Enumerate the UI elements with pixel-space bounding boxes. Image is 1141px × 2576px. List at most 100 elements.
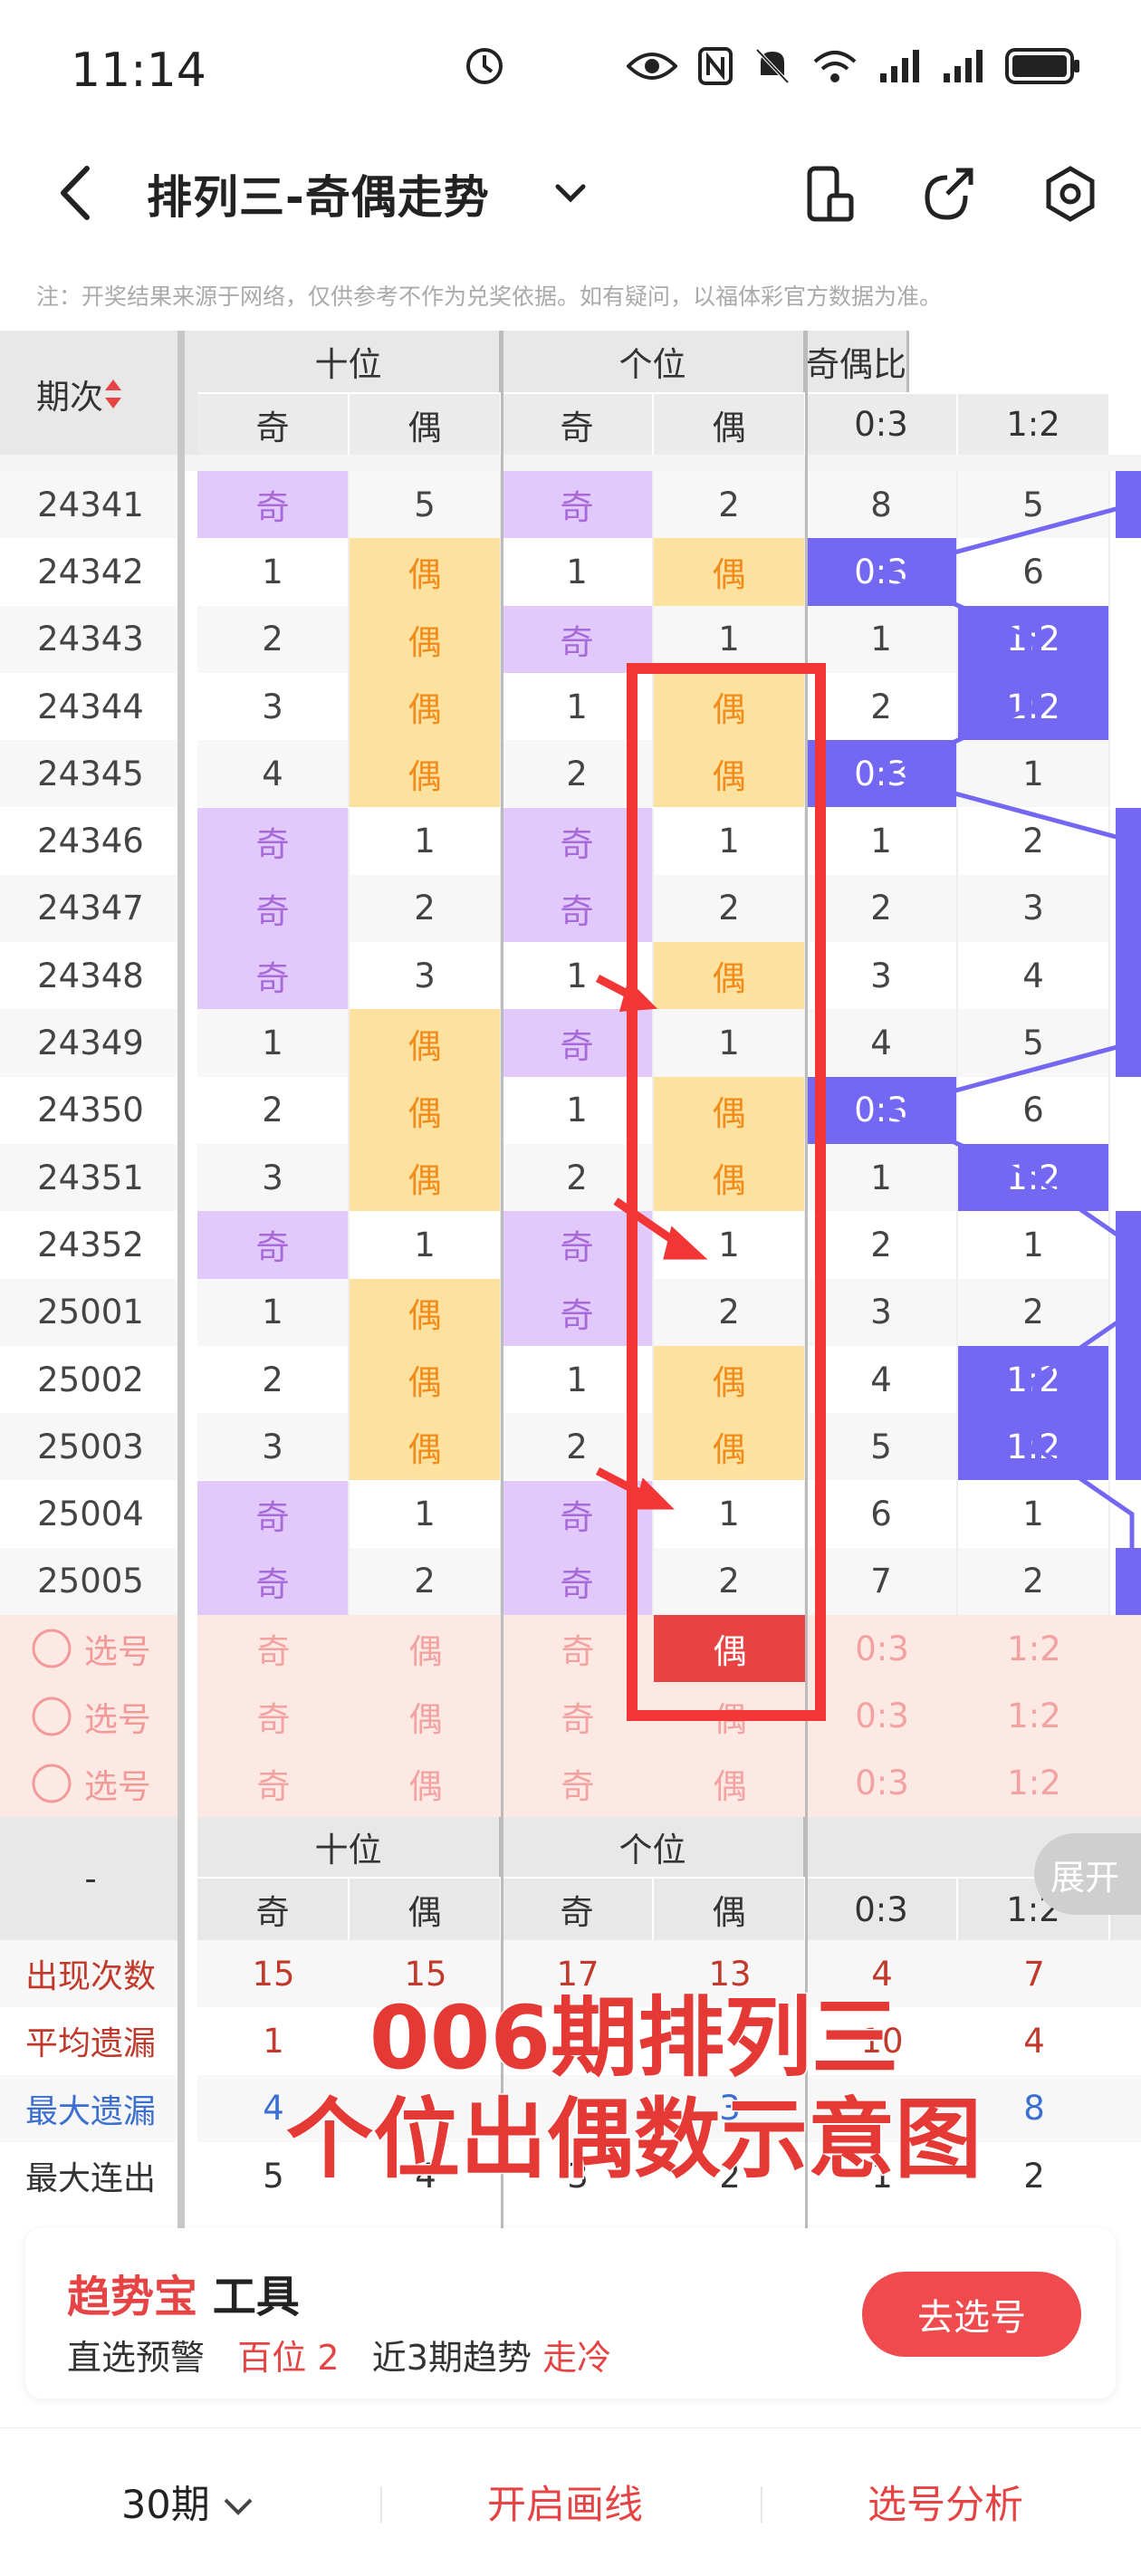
table-cell: 1 bbox=[654, 1009, 806, 1077]
wifi-icon bbox=[813, 51, 857, 82]
table-cell: 1 bbox=[654, 605, 806, 673]
table-cell: 奇 bbox=[197, 807, 350, 875]
ratio-marker bbox=[1116, 807, 1141, 875]
table-cell: 2 bbox=[654, 471, 806, 539]
trend-table[interactable]: 期次 十位 个位 奇偶比奇偶奇偶 0:3 1:2 24341 奇 5 奇 2 8 5 24342 1 偶 1 偶 0… bbox=[0, 331, 1141, 2233]
table-cell: 奇 bbox=[502, 807, 654, 875]
table-cell: 偶 bbox=[654, 740, 806, 808]
select-cell[interactable]: 奇 bbox=[502, 1615, 654, 1683]
stat-label: 平均遗漏 bbox=[0, 2007, 181, 2075]
period-cell: 24348 bbox=[0, 942, 181, 1010]
column-divider bbox=[500, 331, 503, 2233]
trend-tool-card[interactable]: 趋势宝 工具 直选预警 百位 2 近3期趋势 走冷 去选号 bbox=[25, 2228, 1116, 2398]
radio-icon[interactable] bbox=[30, 1695, 73, 1738]
select-cell[interactable]: 奇 bbox=[197, 1682, 350, 1750]
group-header-2: 奇偶比 bbox=[806, 331, 909, 392]
select-cell[interactable]: 0:3 bbox=[806, 1682, 958, 1750]
chevron-down-icon[interactable] bbox=[552, 179, 589, 207]
table-cell: 偶 bbox=[350, 538, 502, 606]
selection-analysis-button[interactable]: 选号分析 bbox=[868, 2474, 1023, 2530]
subheader-4: 0:3 bbox=[806, 394, 958, 455]
ratio-marker bbox=[1116, 471, 1141, 539]
table-cell: 奇 bbox=[502, 1547, 654, 1616]
select-cell[interactable]: 1:2 bbox=[958, 1615, 1110, 1683]
select-cell[interactable]: 奇 bbox=[502, 1749, 654, 1817]
select-cell[interactable]: 1:2 bbox=[958, 1749, 1110, 1817]
eye-icon bbox=[627, 53, 677, 80]
share-icon[interactable] bbox=[920, 163, 978, 226]
radio-icon[interactable] bbox=[30, 1627, 73, 1670]
table-cell: 1 bbox=[654, 807, 806, 875]
group-header-1: 个位 bbox=[502, 331, 806, 392]
table-cell: 偶 bbox=[350, 1345, 502, 1414]
table-cell: 2 bbox=[350, 1547, 502, 1616]
select-cell[interactable]: 1:2 bbox=[958, 1682, 1110, 1750]
period-selector[interactable]: 30期 bbox=[121, 2474, 254, 2530]
table-cell: 1 bbox=[958, 740, 1110, 808]
radio-icon[interactable] bbox=[30, 1762, 73, 1805]
select-cell-edge bbox=[1110, 1749, 1141, 1817]
clock: 11:14 bbox=[71, 43, 206, 98]
go-select-button[interactable]: 去选号 bbox=[862, 2272, 1081, 2357]
stats-group-header-1: 个位 bbox=[502, 1817, 806, 1877]
disclaimer-text: 注：开奖结果来源于网络，仅供参考不作为兑奖依据。如有疑问，以福体彩官方数据为准。 bbox=[36, 284, 943, 310]
table-cell: 2 bbox=[958, 1278, 1110, 1346]
table-cell: 0:3 bbox=[806, 538, 958, 606]
column-divider bbox=[177, 331, 185, 2233]
select-cell[interactable]: 偶 bbox=[654, 1615, 806, 1683]
select-row-2[interactable]: 选号 bbox=[0, 1749, 181, 1817]
table-cell: 4 bbox=[958, 942, 1110, 1010]
status-bar: 11:14 bbox=[0, 0, 1141, 136]
table-cell: 奇 bbox=[197, 471, 350, 539]
table-cell: 偶 bbox=[350, 1144, 502, 1212]
table-cell: 6 bbox=[958, 1076, 1110, 1144]
select-cell[interactable]: 偶 bbox=[350, 1682, 502, 1750]
stat-cell-edge bbox=[1110, 2074, 1141, 2142]
settings-icon[interactable] bbox=[1041, 163, 1099, 226]
select-cell[interactable]: 偶 bbox=[350, 1615, 502, 1683]
table-cell: 1 bbox=[958, 1211, 1110, 1279]
bottom-toolbar: 30期 开启画线 选号分析 bbox=[0, 2427, 1141, 2576]
expand-button[interactable]: 展开 bbox=[1034, 1833, 1141, 1915]
table-cell: 偶 bbox=[654, 672, 806, 741]
table-cell: 1:2 bbox=[958, 672, 1110, 741]
caption-line-2: 个位出偶数示意图 bbox=[285, 2088, 983, 2192]
table-cell: 2 bbox=[806, 672, 958, 741]
select-cell[interactable]: 0:3 bbox=[806, 1749, 958, 1817]
select-cell[interactable]: 0:3 bbox=[806, 1615, 958, 1683]
select-cell[interactable]: 偶 bbox=[654, 1682, 806, 1750]
table-cell: 偶 bbox=[350, 1413, 502, 1481]
gap-row bbox=[0, 455, 1141, 471]
stats-subheader-0: 奇 bbox=[197, 1879, 350, 1940]
back-arrow-icon[interactable] bbox=[53, 161, 98, 225]
table-cell: 偶 bbox=[654, 1345, 806, 1414]
page-title[interactable]: 排列三-奇偶走势 bbox=[147, 161, 490, 226]
select-cell[interactable]: 奇 bbox=[502, 1682, 654, 1750]
select-cell[interactable]: 偶 bbox=[654, 1749, 806, 1817]
stat-cell-edge bbox=[1110, 2007, 1141, 2075]
table-cell: 奇 bbox=[197, 942, 350, 1010]
select-row-1[interactable]: 选号 bbox=[0, 1682, 181, 1750]
orientation-icon[interactable] bbox=[804, 163, 855, 226]
draw-line-button[interactable]: 开启画线 bbox=[487, 2474, 643, 2530]
table-cell: 偶 bbox=[350, 1278, 502, 1346]
period-cell: 24349 bbox=[0, 1009, 181, 1077]
select-cell[interactable]: 奇 bbox=[197, 1749, 350, 1817]
table-cell: 3 bbox=[806, 1278, 958, 1346]
table-cell: 0:3 bbox=[806, 740, 958, 808]
select-cell[interactable]: 偶 bbox=[350, 1749, 502, 1817]
table-cell: 奇 bbox=[502, 1480, 654, 1548]
table-cell: 1 bbox=[502, 538, 654, 606]
period-sort-label[interactable]: 期次 bbox=[36, 358, 199, 430]
recent-trend-label: 近3期趋势 bbox=[371, 2338, 532, 2378]
subheader-0: 奇 bbox=[197, 394, 350, 455]
table-cell: 奇 bbox=[502, 605, 654, 673]
card-brand: 趋势宝 bbox=[67, 2272, 198, 2322]
select-row-0[interactable]: 选号 bbox=[0, 1615, 181, 1683]
table-cell: 3 bbox=[350, 942, 502, 1010]
table-cell: 1 bbox=[350, 1480, 502, 1548]
signal-icon-2 bbox=[944, 50, 983, 82]
select-cell[interactable]: 奇 bbox=[197, 1615, 350, 1683]
period-selector-label: 30期 bbox=[121, 2483, 210, 2528]
ratio-marker bbox=[1116, 874, 1141, 943]
